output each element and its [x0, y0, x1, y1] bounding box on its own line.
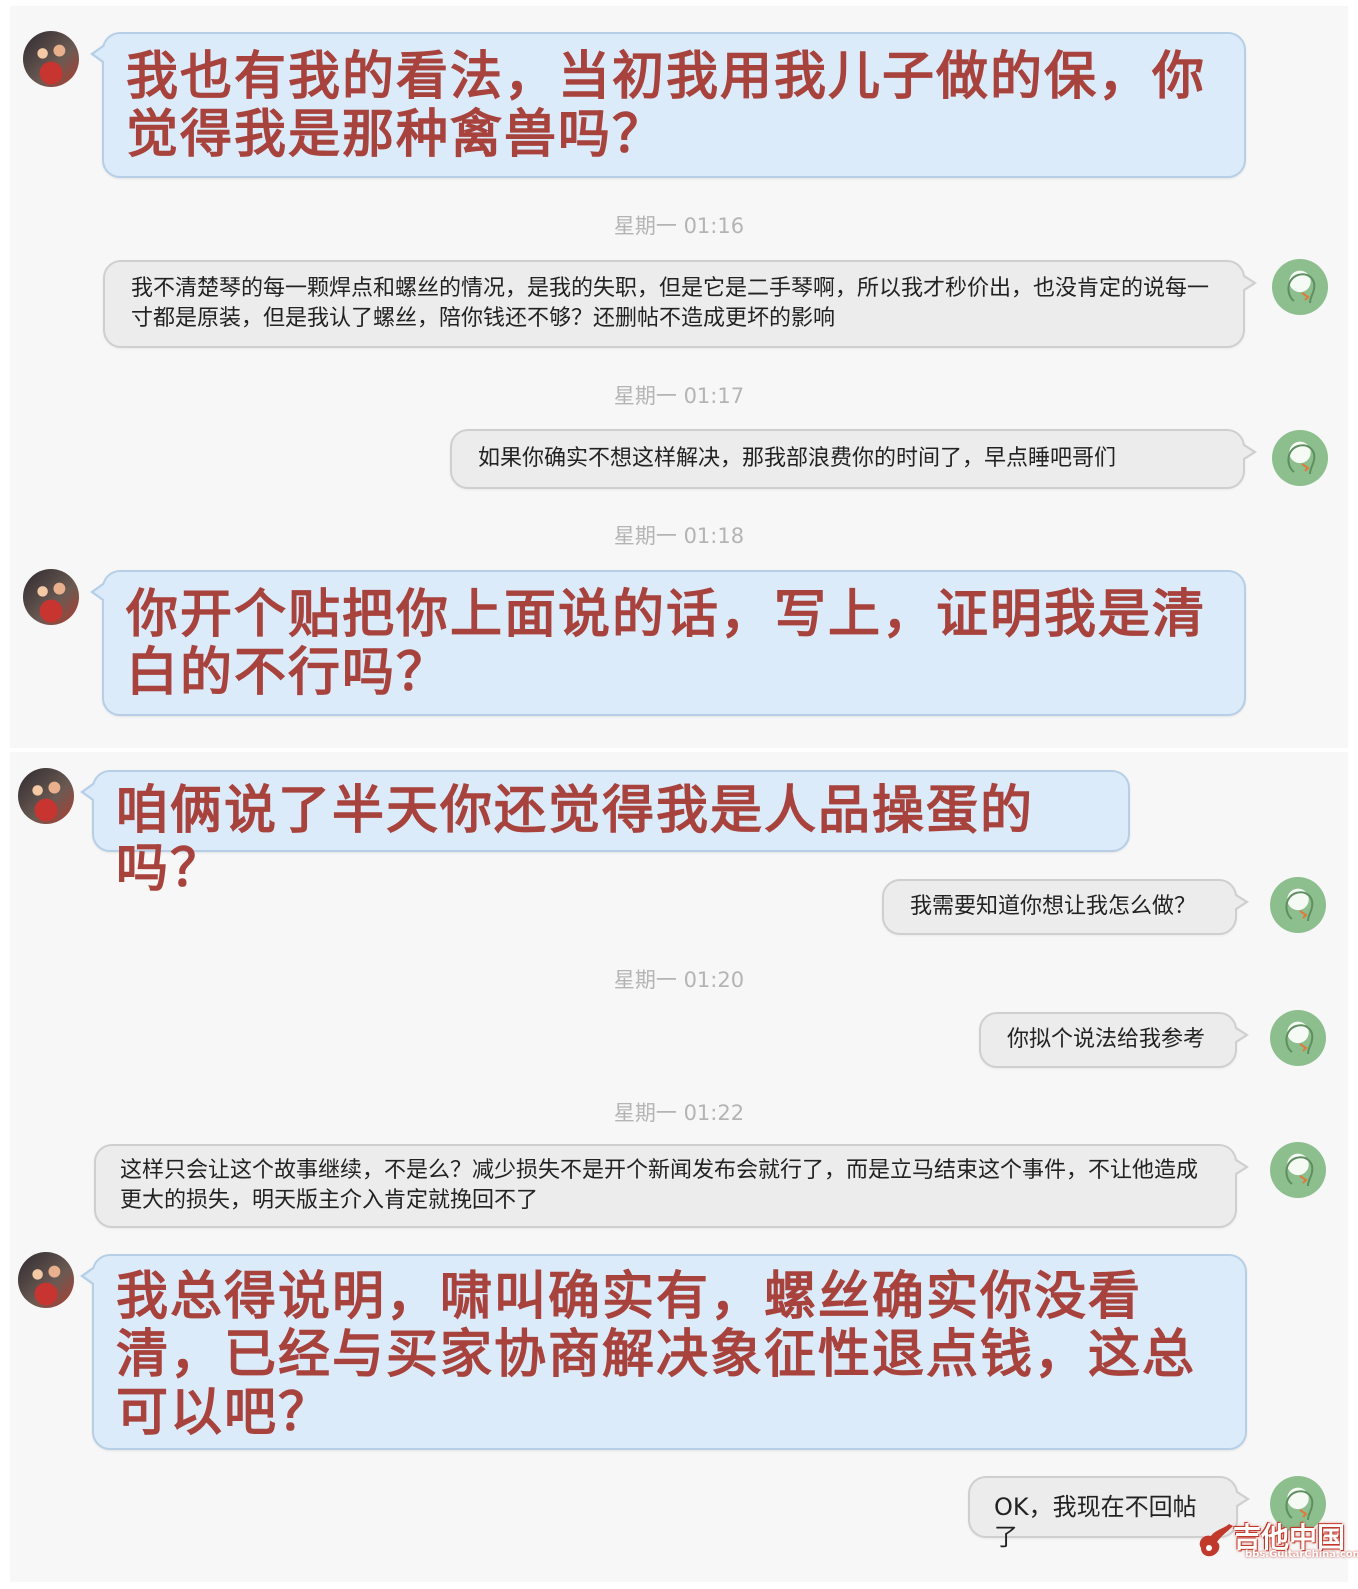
- message-text: 我需要知道你想让我怎么做？: [910, 894, 1197, 919]
- timestamp: 星期一 01:18: [613, 524, 745, 548]
- contact-avatar[interactable]: [18, 1252, 74, 1308]
- message-text: OK，我现在不回帖了: [994, 1493, 1197, 1551]
- head-silhouette-icon: [1287, 444, 1316, 475]
- user-avatar[interactable]: [1272, 430, 1328, 486]
- head-silhouette-icon: [1285, 1156, 1314, 1187]
- message-bubble-outgoing: 这样只会让这个故事继续，不是么？减少损失不是开个新闻发布会就行了，而是立马结束这…: [94, 1144, 1249, 1228]
- user-avatar[interactable]: [1270, 877, 1326, 933]
- chat-panel-1: 我也有我的看法，当初我用我儿子做的保，你觉得我是那种禽兽吗？ 星期一 01:16…: [10, 6, 1348, 748]
- contact-avatar[interactable]: [23, 569, 79, 625]
- message-bubble-outgoing: 我需要知道你想让我怎么做？: [882, 879, 1249, 935]
- message-text: 这样只会让这个故事继续，不是么？减少损失不是开个新闻发布会就行了，而是立马结束这…: [120, 1158, 1199, 1213]
- site-watermark: 吉他中国 bbs.GuitarChina.com: [1195, 1516, 1358, 1564]
- message-text: 我不清楚琴的每一颗焊点和螺丝的情况，是我的失职，但是它是二手琴啊，所以我才秒价出…: [131, 276, 1210, 331]
- head-silhouette-icon: [1285, 1024, 1314, 1055]
- message-text: 你拟个说法给我参考: [1007, 1027, 1206, 1052]
- message-bubble-incoming: 你开个贴把你上面说的话，写上，证明我是清白的不行吗？: [90, 570, 1246, 716]
- user-avatar[interactable]: [1272, 259, 1328, 315]
- message-text: 我也有我的看法，当初我用我儿子做的保，你觉得我是那种禽兽吗？: [126, 47, 1207, 165]
- chat-panel-2: 咱俩说了半天你还觉得我是人品操蛋的吗？ 我需要知道你想让我怎么做？ 星期一 01…: [10, 752, 1348, 1582]
- head-silhouette-icon: [1287, 273, 1316, 304]
- timestamp: 星期一 01:17: [613, 384, 745, 408]
- message-bubble-outgoing: 你拟个说法给我参考: [979, 1012, 1249, 1068]
- timestamp: 星期一 01:22: [613, 1101, 745, 1125]
- watermark-url: bbs.GuitarChina.com: [1245, 1549, 1358, 1560]
- message-text: 如果你确实不想这样解决，那我部浪费你的时间了，早点睡吧哥们: [478, 446, 1117, 471]
- message-text: 我总得说明，啸叫确实有，螺丝确实你没看清，已经与买家协商解决象征性退点钱，这总可…: [116, 1267, 1197, 1443]
- message-bubble-outgoing: 我不清楚琴的每一颗焊点和螺丝的情况，是我的失职，但是它是二手琴啊，所以我才秒价出…: [103, 260, 1257, 348]
- contact-avatar[interactable]: [23, 31, 79, 87]
- user-avatar[interactable]: [1270, 1142, 1326, 1198]
- contact-avatar[interactable]: [18, 768, 74, 824]
- message-bubble-incoming: 咱俩说了半天你还觉得我是人品操蛋的吗？: [80, 770, 1130, 898]
- timestamp: 星期一 01:20: [613, 968, 745, 992]
- message-bubble-incoming: 我也有我的看法，当初我用我儿子做的保，你觉得我是那种禽兽吗？: [90, 32, 1246, 178]
- user-avatar[interactable]: [1270, 1010, 1326, 1066]
- head-silhouette-icon: [1285, 891, 1314, 922]
- timestamp: 星期一 01:16: [613, 214, 745, 238]
- message-text: 你开个贴把你上面说的话，写上，证明我是清白的不行吗？: [126, 585, 1207, 703]
- guitar-logo-icon: [1199, 1524, 1233, 1557]
- message-bubble-incoming: 我总得说明，啸叫确实有，螺丝确实你没看清，已经与买家协商解决象征性退点钱，这总可…: [80, 1254, 1247, 1450]
- message-bubble-outgoing: 如果你确实不想这样解决，那我部浪费你的时间了，早点睡吧哥们: [450, 429, 1257, 489]
